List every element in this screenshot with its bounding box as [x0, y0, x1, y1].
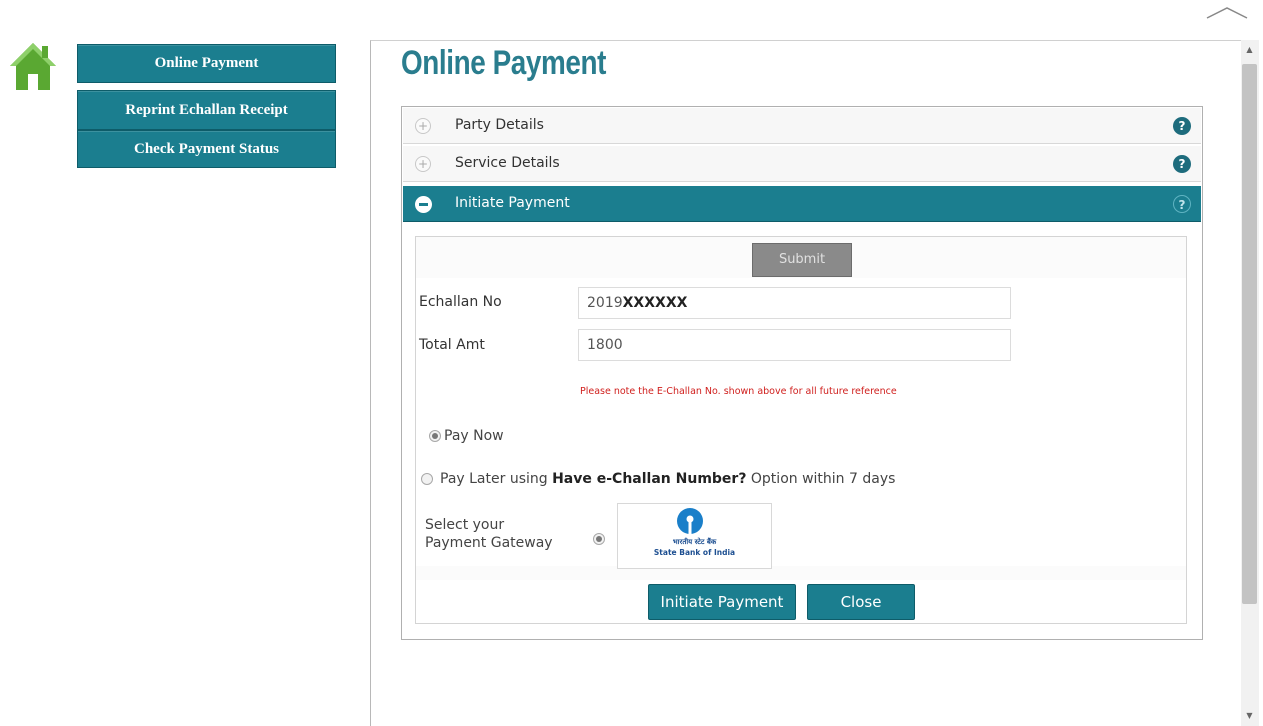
- help-icon[interactable]: ?: [1173, 195, 1191, 213]
- pay-later-bold: Have e-Challan Number?: [552, 471, 747, 487]
- home-icon[interactable]: [8, 40, 58, 92]
- help-icon[interactable]: ?: [1173, 117, 1191, 135]
- total-amt-field[interactable]: 1800: [578, 329, 1011, 361]
- expand-plus-icon: +: [415, 156, 431, 172]
- total-amt-label: Total Amt: [419, 337, 485, 353]
- sbi-logo-icon: [677, 508, 703, 535]
- pay-now-label: Pay Now: [444, 428, 504, 444]
- accordion-title: Initiate Payment: [455, 195, 570, 211]
- submit-button[interactable]: Submit: [752, 243, 852, 277]
- nav-reprint-echallan-receipt-label: Reprint Echallan Receipt: [125, 102, 288, 118]
- nav-check-payment-status-label: Check Payment Status: [134, 141, 279, 157]
- nav-check-payment-status[interactable]: Check Payment Status: [77, 130, 336, 168]
- accordion-initiate-payment[interactable]: Initiate Payment ?: [403, 186, 1201, 222]
- sbi-english-name: State Bank of India: [653, 548, 736, 557]
- pay-now-radio[interactable]: [429, 430, 441, 442]
- collapse-arrow-icon: [1206, 7, 1248, 19]
- payment-gateway-label-line2: Payment Gateway: [425, 535, 553, 551]
- pay-later-radio[interactable]: [421, 473, 433, 485]
- nav-online-payment[interactable]: Online Payment: [77, 44, 336, 83]
- scrollbar-thumb[interactable]: [1242, 64, 1257, 604]
- page-title: Online Payment: [401, 44, 606, 82]
- echallan-reference-note: Please note the E-Challan No. shown abov…: [580, 386, 897, 397]
- echallan-no-field[interactable]: 2019XXXXXX: [578, 287, 1011, 319]
- scroll-up-icon[interactable]: ▲: [1242, 44, 1257, 56]
- help-icon[interactable]: ?: [1173, 155, 1191, 173]
- sbi-gateway-radio[interactable]: [593, 533, 605, 545]
- expand-plus-icon: +: [415, 118, 431, 134]
- total-amt-value: 1800: [587, 337, 623, 353]
- pay-later-suffix: Option within 7 days: [746, 471, 896, 487]
- payment-gateway-label-line1: Select your: [425, 517, 505, 533]
- accordion-service-details[interactable]: + Service Details ?: [403, 146, 1201, 182]
- echallan-no-label: Echallan No: [419, 294, 502, 310]
- pay-later-label: Pay Later using Have e-Challan Number? O…: [440, 471, 895, 487]
- echallan-no-prefix: 2019: [587, 295, 623, 311]
- close-button[interactable]: Close: [807, 584, 915, 620]
- initiate-payment-button[interactable]: Initiate Payment: [648, 584, 796, 620]
- scroll-down-icon[interactable]: ▼: [1242, 710, 1257, 722]
- pay-later-prefix: Pay Later using: [440, 471, 553, 487]
- collapse-minus-icon: [415, 196, 432, 213]
- nav-reprint-echallan-receipt[interactable]: Reprint Echallan Receipt: [77, 90, 336, 130]
- accordion-title: Party Details: [455, 117, 544, 133]
- accordion-party-details[interactable]: + Party Details ?: [403, 108, 1201, 144]
- echallan-no-masked: XXXXXX: [622, 295, 688, 311]
- payment-gateway-label: Select your Payment Gateway: [425, 516, 575, 552]
- accordion-title: Service Details: [455, 155, 560, 171]
- sbi-hindi-name: भारतीय स्टेट बैंक: [672, 538, 717, 546]
- nav-online-payment-label: Online Payment: [154, 55, 259, 71]
- panel-footer: [416, 580, 1186, 623]
